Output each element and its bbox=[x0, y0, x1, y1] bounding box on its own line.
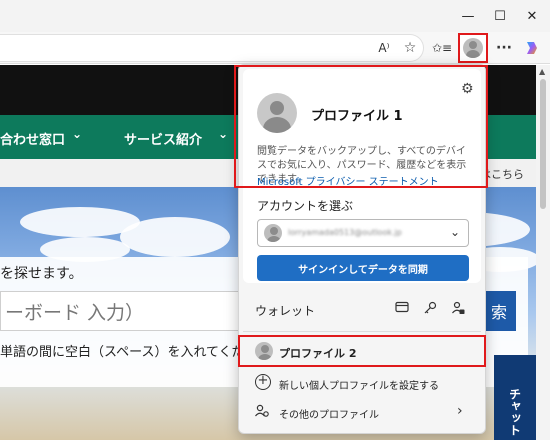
chevron-down-icon: ⌄ bbox=[218, 127, 229, 141]
account-select[interactable]: lorryamada0513@outlook.jp ⌄ bbox=[257, 219, 469, 247]
choose-account-label: アカウントを選ぶ bbox=[257, 199, 354, 213]
maximize-button[interactable]: ☐ bbox=[484, 0, 516, 32]
minimize-button[interactable]: — bbox=[452, 0, 484, 32]
signin-sync-button[interactable]: サインインしてデータを同期 bbox=[257, 255, 469, 281]
wallet-label: ウォレット bbox=[255, 304, 316, 318]
add-circle-icon: + bbox=[255, 374, 271, 390]
wallet-row[interactable]: ウォレット bbox=[239, 293, 485, 325]
chevron-right-icon: › bbox=[457, 403, 463, 419]
nav-item-contact[interactable]: 合わせ窓口 bbox=[0, 129, 65, 148]
more-menu-icon[interactable]: ··· bbox=[492, 36, 516, 60]
close-button[interactable]: ✕ bbox=[516, 0, 548, 32]
credit-card-icon[interactable] bbox=[395, 301, 409, 317]
title-bar: — ☐ ✕ bbox=[0, 0, 550, 32]
profile-flyout: ⚙ プロファイル 1 閲覧データをバックアップし、すべてのデバイスでお気に入り、… bbox=[238, 64, 486, 434]
profile-button[interactable] bbox=[458, 33, 488, 63]
new-profile-label: 新しい個人プロファイルを設定する bbox=[279, 381, 439, 392]
favorites-icon[interactable]: ✩≡ bbox=[430, 36, 454, 60]
divider bbox=[243, 331, 481, 332]
copilot-icon[interactable] bbox=[520, 36, 544, 60]
favorite-star-icon[interactable]: ☆ bbox=[398, 36, 422, 60]
scroll-up-icon[interactable]: ▲ bbox=[539, 67, 545, 76]
page-scrollbar[interactable]: ▲ bbox=[536, 65, 550, 440]
profile-name: プロファイル 1 bbox=[311, 109, 403, 124]
profile-avatar-icon bbox=[463, 38, 483, 58]
strip-link[interactable]: はこちら bbox=[480, 166, 524, 182]
account-avatar-icon bbox=[264, 224, 282, 242]
profile-avatar-large bbox=[257, 93, 297, 133]
chat-label: チャット bbox=[507, 388, 522, 436]
account-card: ⚙ プロファイル 1 閲覧データをバックアップし、すべてのデバイスでお気に入り、… bbox=[243, 69, 481, 283]
personal-info-icon[interactable] bbox=[451, 301, 465, 319]
other-profiles-row[interactable]: その他のプロファイル › bbox=[239, 397, 485, 427]
chevron-down-icon: ⌄ bbox=[449, 225, 460, 239]
search-title: を探せます。 bbox=[0, 266, 83, 282]
account-email: lorryamada0513@outlook.jp bbox=[288, 228, 402, 237]
new-profile-row[interactable]: + 新しい個人プロファイルを設定する bbox=[239, 369, 485, 397]
nav-item-services[interactable]: サービス紹介 bbox=[124, 129, 202, 148]
profile-2-row[interactable]: プロファイル 2 bbox=[239, 335, 485, 367]
profile-2-label: プロファイル 2 bbox=[279, 347, 357, 360]
key-icon[interactable] bbox=[423, 301, 437, 319]
search-button[interactable]: 索 bbox=[482, 291, 516, 331]
profile-2-avatar-icon bbox=[255, 342, 273, 360]
people-settings-icon bbox=[254, 403, 270, 423]
chevron-down-icon: ⌄ bbox=[72, 127, 83, 141]
search-hint: 単語の間に空白（スペース）を入れてくださ bbox=[0, 345, 258, 360]
gear-icon[interactable]: ⚙ bbox=[461, 81, 474, 97]
read-aloud-icon[interactable]: A⁾ bbox=[372, 36, 396, 60]
other-profiles-label: その他のプロファイル bbox=[279, 410, 379, 421]
chat-button[interactable]: チャット bbox=[494, 355, 536, 440]
privacy-statement-link[interactable]: Microsoft プライバシー ステートメント bbox=[257, 173, 439, 188]
address-bar[interactable] bbox=[0, 34, 424, 62]
scroll-thumb[interactable] bbox=[540, 79, 546, 209]
